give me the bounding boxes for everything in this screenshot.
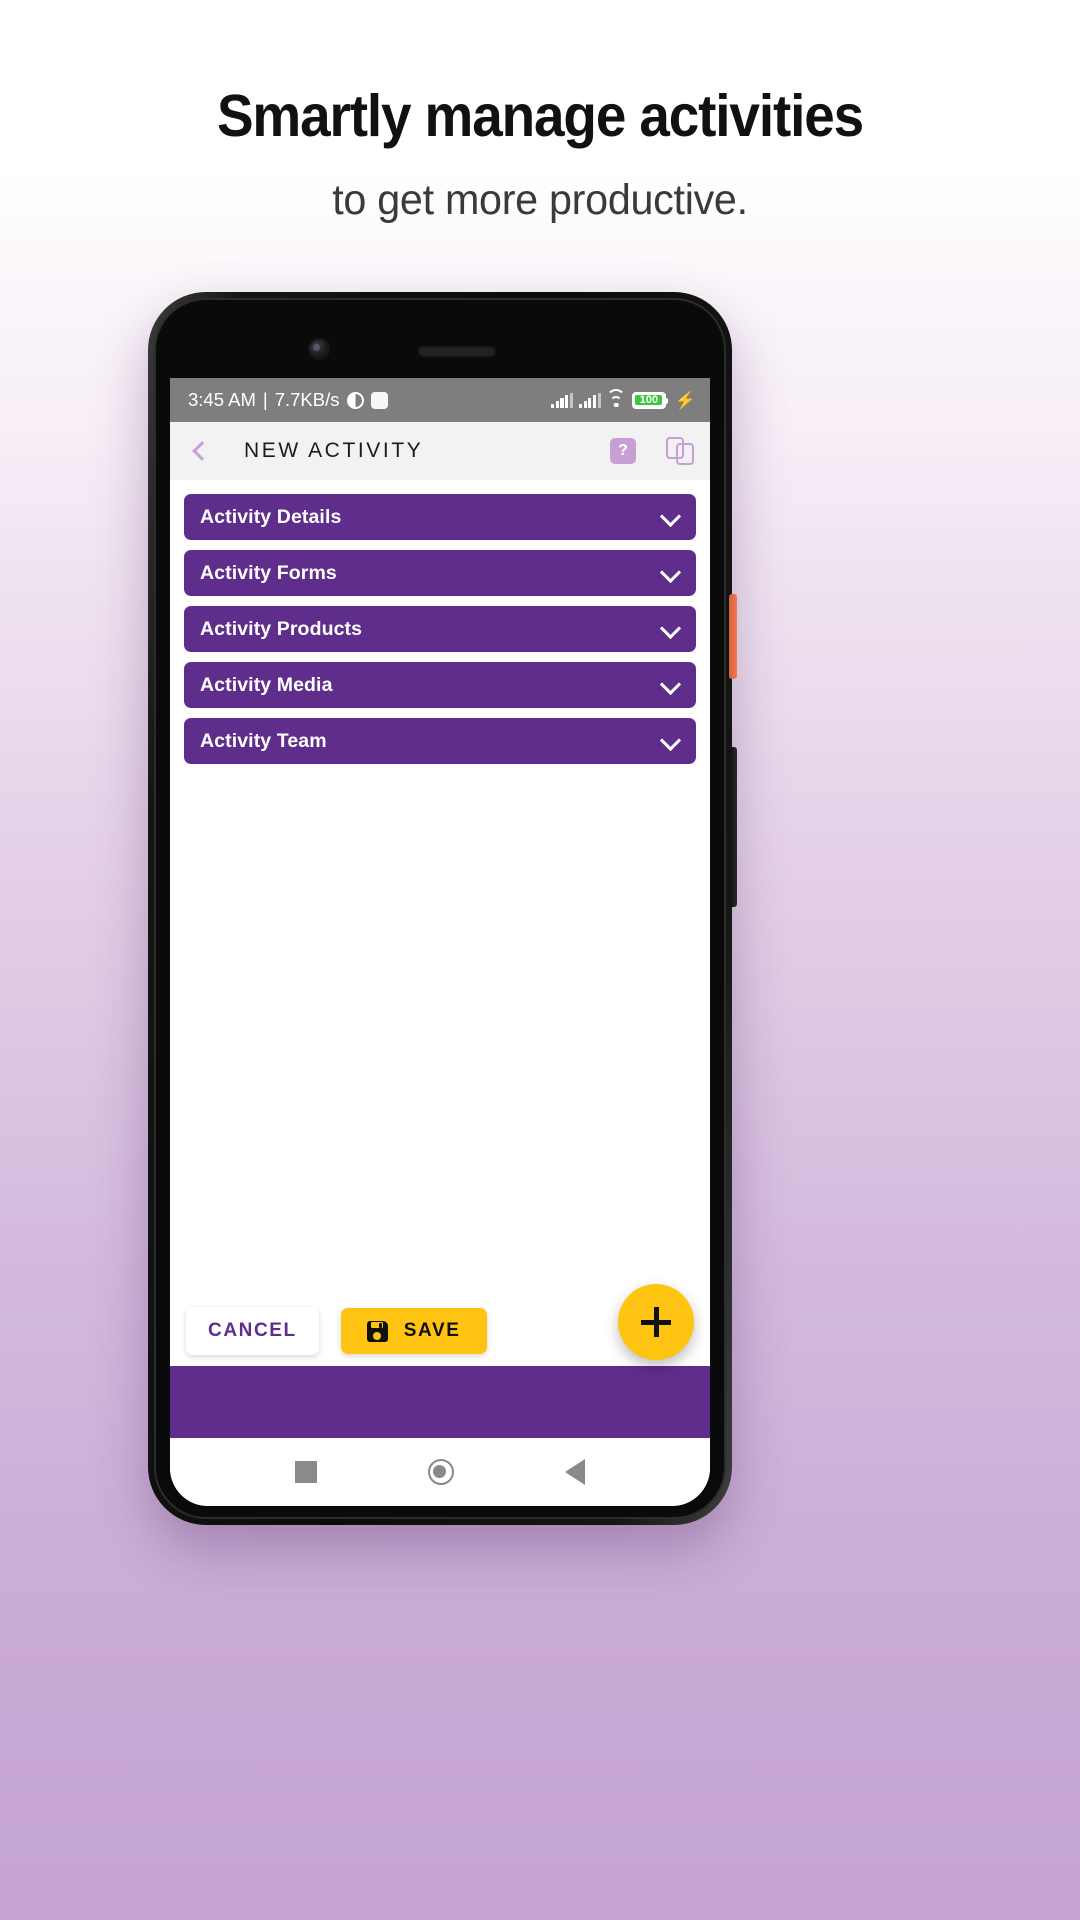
promo-header: Smartly manage activities to get more pr… [0, 0, 1080, 225]
status-time: 3:45 AM [188, 389, 256, 410]
earpiece-speaker [418, 346, 496, 357]
battery-icon: 100 [631, 391, 669, 409]
chevron-down-icon[interactable] [660, 563, 680, 583]
phone-screen: 3:45 AM | 7.7KB/s 100 ⚡ NEW ACTIVITY ? A… [170, 378, 710, 1506]
promo-headline: Smartly manage activities [216, 83, 864, 149]
page-title: NEW ACTIVITY [244, 439, 424, 462]
accordion-row-activity-team[interactable]: Activity Team [184, 718, 696, 764]
phone-volume-button[interactable] [729, 747, 737, 907]
save-button[interactable]: SAVE [340, 1308, 487, 1354]
front-camera [308, 338, 330, 360]
phone-top-bezel [170, 314, 710, 386]
floppy-disk-save-icon [366, 1320, 388, 1342]
accordion-label: Activity Details [200, 505, 342, 528]
accordion-label: Activity Forms [200, 561, 337, 584]
plus-icon [641, 1307, 671, 1337]
bottom-action-bar: CANCEL SAVE [170, 1284, 710, 1366]
chevron-down-icon[interactable] [660, 619, 680, 639]
bottom-purple-strip [170, 1366, 710, 1438]
app-bar-actions: ? [610, 437, 694, 465]
chevron-down-icon[interactable] [660, 675, 680, 695]
save-button-label: SAVE [403, 1320, 461, 1341]
chevron-down-icon[interactable] [660, 731, 680, 751]
status-bar: 3:45 AM | 7.7KB/s 100 ⚡ [170, 378, 710, 422]
copy-icon[interactable] [666, 437, 694, 465]
promo-subheadline: to get more productive. [332, 176, 748, 225]
accordion-row-activity-media[interactable]: Activity Media [184, 662, 696, 708]
save-icon-shutter [371, 1322, 384, 1328]
signal-bars-sim1-icon [550, 392, 573, 408]
android-navigation-bar [170, 1438, 710, 1506]
signal-bars-sim2-icon [578, 392, 601, 408]
status-network-speed: 7.7KB/s [274, 389, 340, 410]
chevron-left-icon[interactable] [184, 436, 214, 466]
accordion-row-activity-forms[interactable]: Activity Forms [184, 550, 696, 596]
phone-power-button[interactable] [729, 594, 737, 679]
accordion-label: Activity Media [200, 673, 333, 696]
app-bar: NEW ACTIVITY ? [170, 422, 710, 480]
wifi-icon [606, 388, 626, 408]
help-icon[interactable]: ? [610, 438, 636, 464]
charging-bolt-icon: ⚡ [674, 390, 696, 410]
save-icon-disc [373, 1331, 382, 1340]
contrast-icon [346, 391, 364, 409]
phone-mockup: 3:45 AM | 7.7KB/s 100 ⚡ NEW ACTIVITY ? A… [148, 292, 737, 1525]
status-bar-right: 100 ⚡ [550, 388, 696, 410]
circle-home-icon[interactable] [427, 1459, 454, 1485]
cancel-button[interactable]: CANCEL [186, 1307, 319, 1355]
status-bar-left: 3:45 AM | 7.7KB/s [188, 389, 388, 411]
accordion-label: Activity Team [200, 729, 327, 752]
chevron-down-icon[interactable] [660, 507, 680, 527]
square-recents-icon[interactable] [295, 1461, 318, 1483]
activity-sections-list: Activity Details Activity Forms Activity… [170, 480, 710, 1296]
add-floating-action-button[interactable] [618, 1284, 694, 1360]
accordion-row-activity-details[interactable]: Activity Details [184, 494, 696, 540]
triangle-back-icon[interactable] [564, 1459, 585, 1485]
battery-percent: 100 [639, 393, 658, 406]
accordion-label: Activity Products [200, 617, 363, 640]
accordion-row-activity-products[interactable]: Activity Products [184, 606, 696, 652]
copy-icon-front-sheet [666, 437, 684, 459]
screen-record-icon [370, 391, 388, 409]
status-separator: | [262, 389, 268, 410]
